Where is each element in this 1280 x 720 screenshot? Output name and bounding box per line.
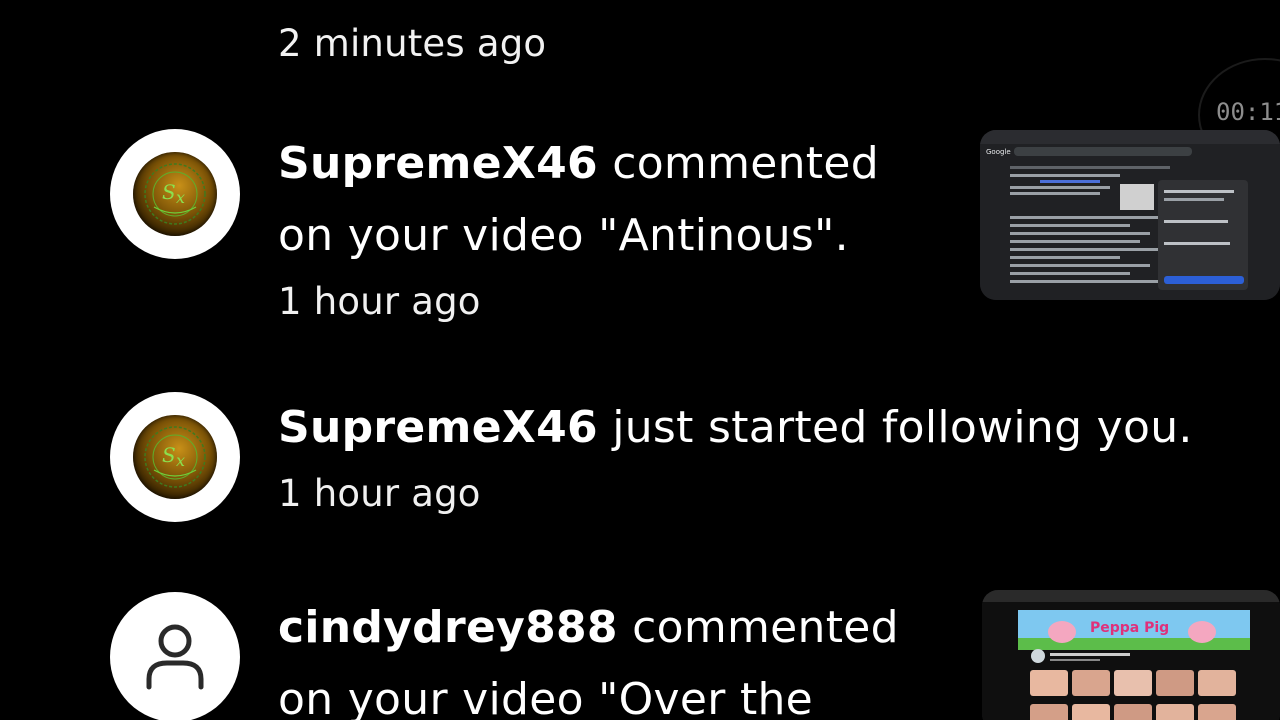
sx-logo-icon: S x: [133, 415, 217, 499]
sx-logo-icon: S x: [133, 152, 217, 236]
username-link[interactable]: SupremeX46: [278, 138, 598, 189]
notifications-page: 2 minutes ago 00:11 S x SupremeX46 comme…: [0, 0, 1280, 720]
video-thumbnail[interactable]: Google: [980, 130, 1280, 300]
svg-text:S: S: [162, 180, 176, 204]
avatar[interactable]: S x: [110, 392, 240, 522]
svg-text:S: S: [162, 443, 176, 467]
avatar[interactable]: S x: [110, 129, 240, 259]
username-link[interactable]: cindydrey888: [278, 602, 618, 653]
svg-text:x: x: [176, 188, 185, 207]
action-text-continued: on your video "Antinous".: [278, 210, 849, 261]
notification-line-1: cindydrey888 commented: [278, 592, 899, 664]
action-text: commented: [612, 138, 879, 189]
notification-time: 2 minutes ago: [278, 22, 547, 65]
banner-text: Peppa Pig: [1090, 620, 1169, 636]
action-text: commented: [632, 602, 899, 653]
username-link[interactable]: SupremeX46: [278, 402, 598, 453]
google-logo-text: Google: [986, 148, 1011, 156]
action-text: just started following you.: [612, 402, 1193, 453]
notification-line-1: SupremeX46 just started following you.: [278, 392, 1193, 464]
action-text-continued: on your video "Over the: [278, 674, 814, 720]
person-icon: [146, 624, 204, 690]
notification-time: 1 hour ago: [278, 280, 481, 323]
svg-text:x: x: [176, 451, 185, 470]
avatar[interactable]: [110, 592, 240, 720]
recording-timer: 00:11: [1216, 98, 1280, 126]
notification-time: 1 hour ago: [278, 472, 481, 515]
video-thumbnail[interactable]: Peppa Pig: [982, 590, 1280, 720]
notification-line-1: SupremeX46 commented: [278, 128, 879, 200]
